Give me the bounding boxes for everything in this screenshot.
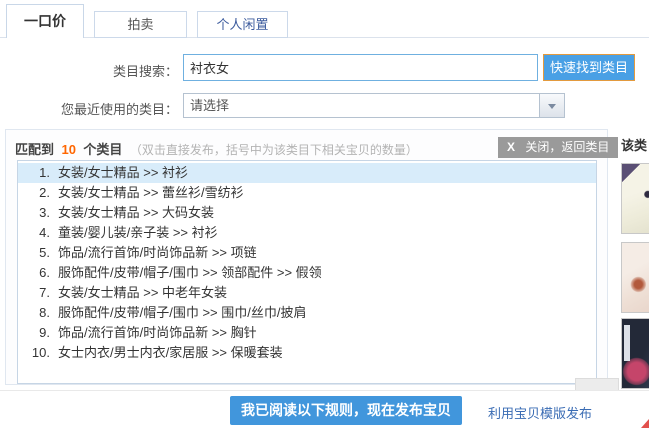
close-label: 关闭，返回类目 — [525, 140, 609, 154]
publish-item-button[interactable]: 我已阅读以下规则，现在发布宝贝 — [230, 396, 462, 425]
item-number: 2. — [18, 183, 50, 203]
item-number: 9. — [18, 323, 50, 343]
matched-categories-panel: 匹配到 10 个类目 （双击直接发布，括号中为该类目下相关宝贝的数量） X 关闭… — [5, 129, 608, 385]
item-number: 5. — [18, 243, 50, 263]
match-suffix: 个类目 — [83, 142, 122, 157]
item-text: 服饰配件/皮带/帽子/围巾 >> 围巾/丝巾/披肩 — [58, 305, 306, 320]
recent-category-select[interactable]: 请选择 — [183, 93, 565, 118]
match-prefix: 匹配到 — [15, 142, 54, 157]
select-value: 请选择 — [190, 94, 229, 117]
item-text: 女士内衣/男士内衣/家居服 >> 保暖套装 — [58, 345, 283, 360]
dropdown-arrow-icon[interactable] — [539, 94, 564, 117]
category-result-item-3[interactable]: 3. 女装/女士精品 >> 大码女装 — [18, 203, 596, 223]
category-result-item-5[interactable]: 5. 饰品/流行首饰/时尚饰品新 >> 项链 — [18, 243, 596, 263]
item-text: 饰品/流行首饰/时尚饰品新 >> 胸针 — [58, 325, 257, 340]
recent-category-label: 您最近使用的类目： — [40, 99, 178, 118]
item-number: 6. — [18, 263, 50, 283]
close-x-icon: X — [507, 140, 515, 154]
category-search-label: 类目搜索： — [75, 61, 178, 80]
match-summary: 匹配到 10 个类目 （双击直接发布，括号中为该类目下相关宝贝的数量） — [15, 139, 418, 159]
item-text: 女装/女士精品 >> 中老年女装 — [58, 285, 227, 300]
side-panel-title: 该类 — [621, 135, 647, 154]
category-result-list: 1. 女装/女士精品 >> 衬衫 2. 女装/女士精品 >> 蕾丝衫/雪纺衫 3. 女… — [17, 160, 597, 384]
footer-divider — [0, 390, 649, 391]
item-text: 服饰配件/皮带/帽子/围巾 >> 领部配件 >> 假领 — [58, 265, 322, 280]
category-result-item-7[interactable]: 7. 女装/女士精品 >> 中老年女装 — [18, 283, 596, 303]
item-text: 童装/婴儿装/亲子装 >> 衬衫 — [58, 225, 218, 240]
category-result-item-8[interactable]: 8. 服饰配件/皮带/帽子/围巾 >> 围巾/丝巾/披肩 — [18, 303, 596, 323]
match-note: （双击直接发布，括号中为该类目下相关宝贝的数量） — [130, 143, 418, 157]
category-result-item-2[interactable]: 2. 女装/女士精品 >> 蕾丝衫/雪纺衫 — [18, 183, 596, 203]
category-search-input[interactable] — [183, 54, 538, 81]
item-number: 7. — [18, 283, 50, 303]
close-return-button[interactable]: X 关闭，返回类目 — [498, 137, 618, 158]
category-result-item-10[interactable]: 10. 女士内衣/男士内衣/家居服 >> 保暖套装 — [18, 343, 596, 363]
item-number: 10. — [18, 343, 50, 363]
item-number: 1. — [18, 163, 50, 183]
item-number: 3. — [18, 203, 50, 223]
tab-fixed-price[interactable]: 一口价 — [6, 4, 84, 38]
publish-category-page: 一口价 拍卖 个人闲置 类目搜索： 快速找到类目 您最近使用的类目： 请选择 匹… — [0, 0, 649, 428]
category-result-item-6[interactable]: 6. 服饰配件/皮带/帽子/围巾 >> 领部配件 >> 假领 — [18, 263, 596, 283]
item-number: 8. — [18, 303, 50, 323]
item-text: 女装/女士精品 >> 蕾丝衫/雪纺衫 — [58, 185, 244, 200]
item-text: 饰品/流行首饰/时尚饰品新 >> 项链 — [58, 245, 257, 260]
quick-find-category-button[interactable]: 快速找到类目 — [543, 54, 635, 81]
match-count: 10 — [61, 142, 75, 157]
category-result-item-9[interactable]: 9. 饰品/流行首饰/时尚饰品新 >> 胸针 — [18, 323, 596, 343]
category-result-item-4[interactable]: 4. 童装/婴儿装/亲子装 >> 衬衫 — [18, 223, 596, 243]
product-thumbnail-1[interactable] — [621, 163, 649, 234]
category-result-item-1[interactable]: 1. 女装/女士精品 >> 衬衫 — [18, 163, 596, 183]
item-number: 4. — [18, 223, 50, 243]
product-thumbnail-3[interactable] — [621, 318, 649, 389]
tab-personal-idle[interactable]: 个人闲置 — [197, 11, 288, 38]
item-text: 女装/女士精品 >> 大码女装 — [58, 205, 214, 220]
item-text: 女装/女士精品 >> 衬衫 — [58, 165, 188, 180]
tab-auction[interactable]: 拍卖 — [94, 11, 187, 38]
product-thumbnail-2[interactable] — [621, 242, 649, 313]
publish-with-template-link[interactable]: 利用宝贝模版发布 — [488, 403, 592, 422]
corner-red-shape — [641, 419, 649, 428]
